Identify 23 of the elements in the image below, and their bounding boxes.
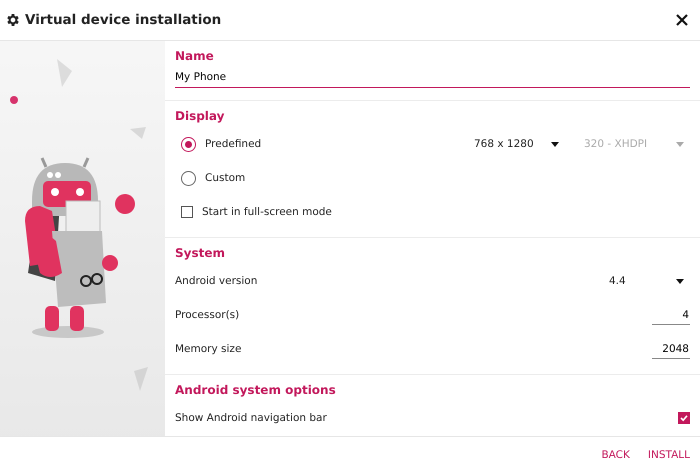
checkbox[interactable] <box>678 412 690 424</box>
footer-button[interactable]: BACK <box>595 443 636 467</box>
fullscreen-checkbox[interactable]: Start in full-screen mode <box>175 206 332 218</box>
shard-drawing <box>57 59 72 87</box>
field-label: Memory size <box>175 343 242 355</box>
version-dropdown[interactable]: 4.4 <box>605 275 684 287</box>
resolution-dropdown[interactable]: 768 x 1280 <box>474 138 559 150</box>
density-dropdown: 320 - XHDPI <box>584 138 684 150</box>
field-label: Android version <box>175 275 258 287</box>
footer-button[interactable]: INSTALL <box>642 443 696 467</box>
section-heading: System <box>175 246 226 260</box>
close-icon[interactable] <box>676 14 688 26</box>
settings-icon <box>5 12 21 28</box>
dot-drawing <box>10 96 18 104</box>
section-heading: Display <box>175 109 226 123</box>
shard-drawing <box>130 127 146 139</box>
window-title: Virtual device installation <box>25 12 222 28</box>
section-heading: Android system options <box>175 383 337 397</box>
radio-option[interactable]: Predefined <box>175 136 262 152</box>
section-heading: Name <box>175 49 215 63</box>
option-label: Show Android navigation bar <box>175 412 327 424</box>
field-label: Processor(s) <box>175 309 240 321</box>
radio-option[interactable]: Custom <box>175 170 246 186</box>
